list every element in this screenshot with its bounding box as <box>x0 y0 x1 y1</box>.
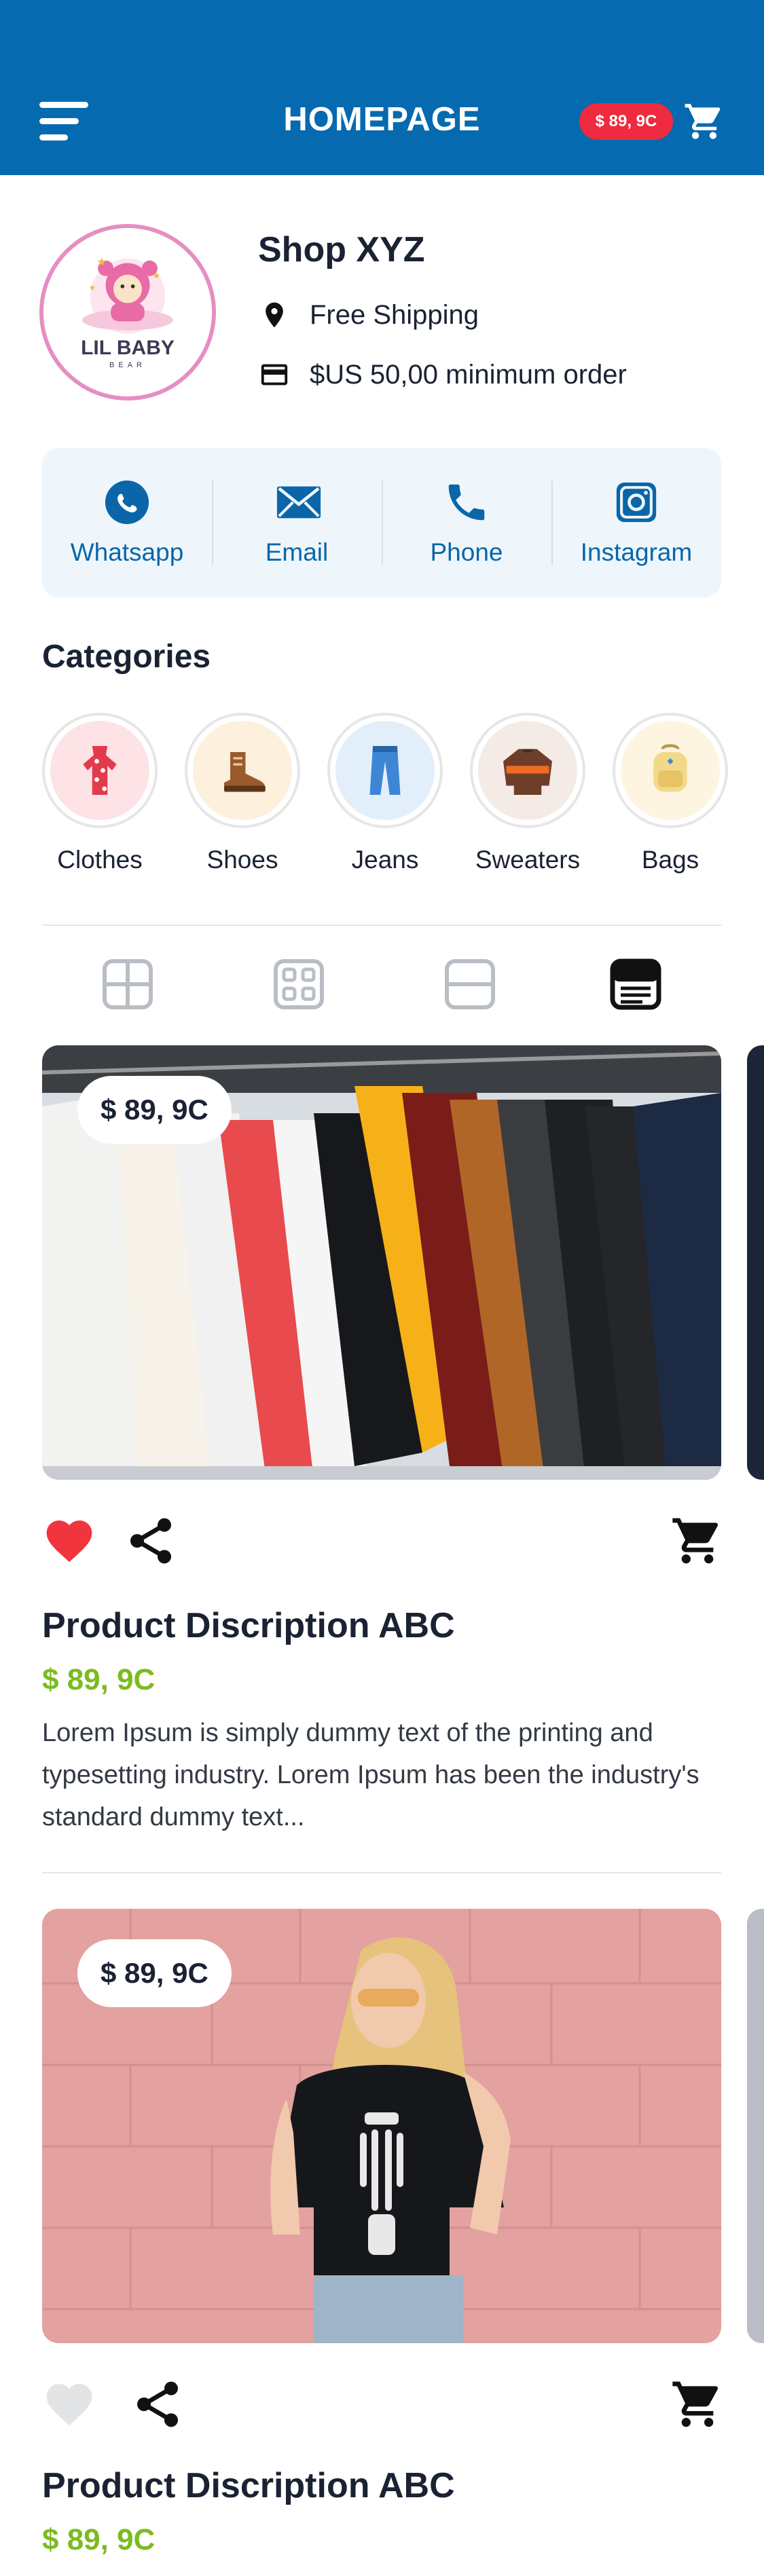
category-label: Clothes <box>57 846 143 874</box>
app-header: HOMEPAGE $ 89, 9C <box>0 0 764 175</box>
svg-text:★: ★ <box>89 284 96 293</box>
product-title[interactable]: Product Discription ABC <box>42 2465 455 2506</box>
product-price: $ 89, 9C <box>42 2523 156 2556</box>
price-tag: $ 89, 9C <box>77 1939 232 2007</box>
product-card: $ 89, 9C Product Discription ABC $ 89, 9… <box>42 1045 721 1860</box>
shipping-text: Free Shipping <box>310 299 479 330</box>
category-label: Bags <box>641 846 699 874</box>
rows-view-icon[interactable] <box>443 957 497 1011</box>
hamburger-menu-icon[interactable] <box>39 102 88 143</box>
category-shoes[interactable]: Shoes <box>185 713 300 874</box>
minimum-order-info: $US 50,00 minimum order <box>258 358 627 391</box>
shipping-info: Free Shipping <box>258 299 479 331</box>
svg-text:★: ★ <box>96 255 107 268</box>
contact-label: Whatsapp <box>70 538 184 566</box>
dress-icon <box>50 721 149 820</box>
svg-text:★: ★ <box>152 270 160 280</box>
categories-title: Categories <box>42 639 211 675</box>
product-description: Lorem Ipsum is simply dummy text of the … <box>42 1719 699 1831</box>
category-clothes[interactable]: Clothes <box>42 713 158 874</box>
contact-bar: Whatsapp Email Phone Instagram <box>42 448 721 597</box>
next-product-peek[interactable] <box>747 1909 764 2343</box>
heart-icon[interactable] <box>42 1514 96 1568</box>
category-label: Jeans <box>351 846 419 874</box>
share-icon[interactable] <box>130 2377 185 2431</box>
minimum-order-text: $US 50,00 minimum order <box>310 359 627 390</box>
logo-subtext: BEAR <box>109 361 146 369</box>
cart-total-badge[interactable]: $ 89, 9C <box>579 103 673 140</box>
add-to-cart-icon[interactable] <box>670 1514 725 1568</box>
contact-label: Phone <box>430 538 503 566</box>
contact-label: Email <box>265 538 329 566</box>
shop-logo: ★ ★ ★ LIL BABY BEAR <box>39 224 216 400</box>
share-icon[interactable] <box>124 1514 178 1568</box>
contact-label: Instagram <box>580 538 693 566</box>
page-title: HOMEPAGE <box>283 101 481 138</box>
instagram-icon <box>613 479 660 526</box>
section-divider <box>42 925 721 926</box>
grid-small-view-icon[interactable] <box>272 957 326 1011</box>
contact-email-button[interactable]: Email <box>212 448 382 597</box>
contact-phone-button[interactable]: Phone <box>382 448 551 597</box>
credit-card-icon <box>258 358 291 391</box>
whatsapp-icon <box>103 479 151 526</box>
category-label: Shoes <box>206 846 278 874</box>
shop-name: Shop XYZ <box>258 230 425 269</box>
location-pin-icon <box>258 299 291 331</box>
price-tag: $ 89, 9C <box>77 1076 232 1144</box>
category-sweaters[interactable]: Sweaters <box>470 713 585 874</box>
boot-icon <box>193 721 292 820</box>
product-card: $ 89, 9C Product Discription ABC $ 89, 9… <box>42 1909 721 2574</box>
product-image[interactable]: $ 89, 9C <box>42 1045 721 1480</box>
sweater-icon <box>478 721 577 820</box>
phone-icon <box>443 479 490 526</box>
email-icon <box>273 479 321 526</box>
product-divider <box>42 1872 721 1873</box>
product-image[interactable]: $ 89, 9C <box>42 1909 721 2343</box>
contact-whatsapp-button[interactable]: Whatsapp <box>42 448 212 597</box>
category-label: Sweaters <box>475 846 581 874</box>
grid-large-view-icon[interactable] <box>101 957 155 1011</box>
list-detail-view-icon[interactable] <box>608 957 663 1011</box>
product-price: $ 89, 9C <box>42 1663 156 1696</box>
category-list: Clothes Shoes Jeans Sweaters Bags <box>42 713 728 889</box>
next-product-peek[interactable] <box>747 1045 764 1480</box>
shopping-cart-icon[interactable] <box>683 100 725 143</box>
heart-outline-icon[interactable] <box>42 2377 96 2431</box>
jeans-icon <box>335 721 435 820</box>
contact-instagram-button[interactable]: Instagram <box>551 448 721 597</box>
product-title[interactable]: Product Discription ABC <box>42 1605 455 1646</box>
category-jeans[interactable]: Jeans <box>327 713 443 874</box>
logo-text: LIL BABY <box>81 337 175 359</box>
backpack-icon <box>621 721 720 820</box>
category-bags[interactable]: Bags <box>613 713 728 874</box>
add-to-cart-icon[interactable] <box>670 2377 725 2431</box>
